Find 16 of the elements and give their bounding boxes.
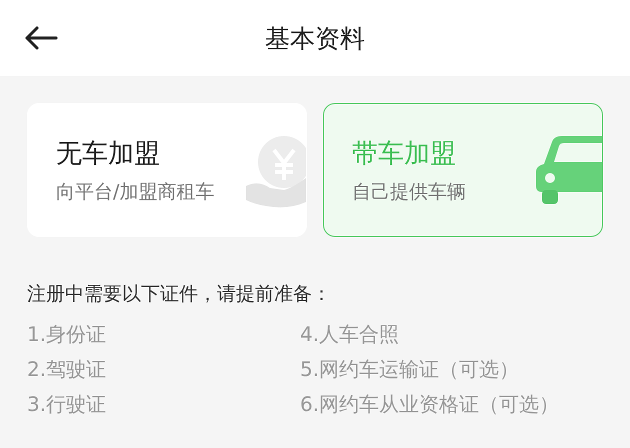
document-item: 5.网约车运输证（可选） [300, 356, 520, 383]
option-title: 无车加盟 [56, 138, 161, 170]
document-item: 3.行驶证 [27, 391, 108, 418]
page-title: 基本资料 [265, 22, 365, 54]
option-subtitle: 自己提供车辆 [352, 180, 466, 204]
join-option-card[interactable]: 无车加盟 向平台/加盟商租车 [27, 103, 307, 237]
requirements-heading: 注册中需要以下证件，请提前准备： [27, 282, 332, 307]
back-arrow-icon[interactable] [24, 26, 58, 50]
document-item: 2.驾驶证 [27, 356, 108, 383]
option-title: 带车加盟 [352, 138, 457, 170]
join-option-card[interactable]: 带车加盟 自己提供车辆 [323, 103, 603, 237]
option-subtitle: 向平台/加盟商租车 [56, 180, 214, 204]
document-item: 1.身份证 [27, 321, 108, 348]
document-item: 6.网约车从业资格证（可选） [300, 391, 560, 418]
document-item: 4.人车合照 [300, 321, 400, 348]
car-icon [534, 134, 602, 206]
